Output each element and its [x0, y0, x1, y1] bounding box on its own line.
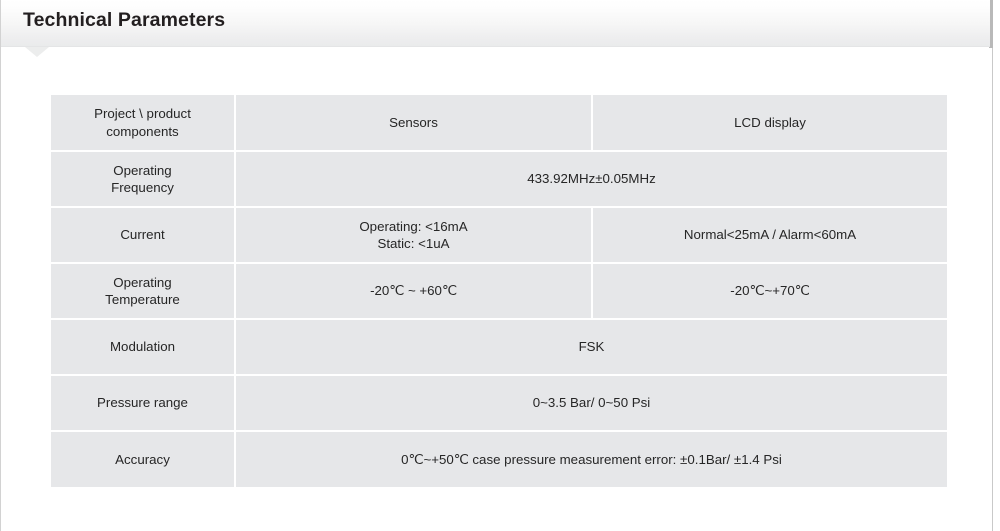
table-row: Operating Temperature -20℃ ~ +60℃ -20℃~+… [51, 263, 947, 320]
table-cell-row-label: Operating Frequency [51, 151, 236, 208]
cell-text-line: Operating: <16mA [359, 218, 468, 234]
table-cell-lcd-value: -20℃~+70℃ [592, 263, 947, 320]
table-cell-component-header: Project \ product components [51, 95, 236, 152]
table-cell-merged-value: FSK [235, 319, 947, 376]
table-cell-merged-value: 0~3.5 Bar/ 0~50 Psi [235, 375, 947, 432]
table-row: Modulation FSK [51, 319, 947, 376]
page-right-rule [992, 0, 993, 531]
table-cell-merged-value: 0℃~+50℃ case pressure measurement error:… [235, 431, 947, 487]
table-cell-lcd-value: Normal<25mA / Alarm<60mA [592, 207, 947, 264]
cell-text-line: Sensors [389, 114, 438, 130]
cell-text-line: Temperature [105, 292, 180, 307]
table-cell-sensors-header: Sensors [235, 95, 593, 152]
cell-text-line: Accuracy [115, 451, 170, 467]
cell-text-line: FSK [578, 339, 605, 355]
table-cell-row-label: Operating Temperature [51, 263, 236, 320]
table-cell-sensors-value: Operating: <16mA Static: <1uA [235, 207, 593, 264]
cell-text-line: Project \ product components [94, 106, 191, 139]
cell-text-line: Operating [113, 162, 172, 178]
technical-parameters-table: Project \ product components Sensors LCD… [51, 95, 947, 487]
cell-text-line: Normal<25mA / Alarm<60mA [683, 227, 857, 243]
cell-text-line: 0℃~+50℃ case pressure measurement error:… [401, 451, 782, 467]
section-header-band: Technical Parameters [1, 0, 990, 47]
cell-text-line: Current [120, 227, 165, 243]
table-cell-merged-value: 433.92MHz±0.05MHz [235, 151, 947, 208]
table-cell-sensors-value: -20℃ ~ +60℃ [235, 263, 593, 320]
cell-text-line: Operating [113, 274, 172, 290]
table-row: Project \ product components Sensors LCD… [51, 95, 947, 152]
table-cell-row-label: Accuracy [51, 431, 236, 487]
cell-text-line: -20℃ ~ +60℃ [370, 283, 457, 299]
cell-text-line: 0~3.5 Bar/ 0~50 Psi [532, 395, 651, 411]
cell-text-line: Modulation [109, 339, 176, 355]
table-row: Current Operating: <16mA Static: <1uA No… [51, 207, 947, 264]
table-row: Operating Frequency 433.92MHz±0.05MHz [51, 151, 947, 208]
table-cell-row-label: Pressure range [51, 375, 236, 432]
table-row: Pressure range 0~3.5 Bar/ 0~50 Psi [51, 375, 947, 432]
table-body: Project \ product components Sensors LCD… [51, 95, 947, 487]
triangle-down-icon [25, 47, 49, 57]
cell-text-line: Static: <1uA [377, 236, 450, 251]
table-row: Accuracy 0℃~+50℃ case pressure measureme… [51, 431, 947, 487]
cell-text-line: -20℃~+70℃ [730, 283, 810, 299]
table-cell-row-label: Current [51, 207, 236, 264]
cell-text-line: Pressure range [97, 395, 188, 411]
cell-text-line: 433.92MHz±0.05MHz [527, 171, 656, 187]
table-cell-row-label: Modulation [51, 319, 236, 376]
page-title: Technical Parameters [23, 9, 226, 31]
table-cell-lcd-header: LCD display [592, 95, 947, 152]
cell-text-line: LCD display [734, 114, 806, 130]
cell-text-line: Frequency [111, 180, 174, 195]
